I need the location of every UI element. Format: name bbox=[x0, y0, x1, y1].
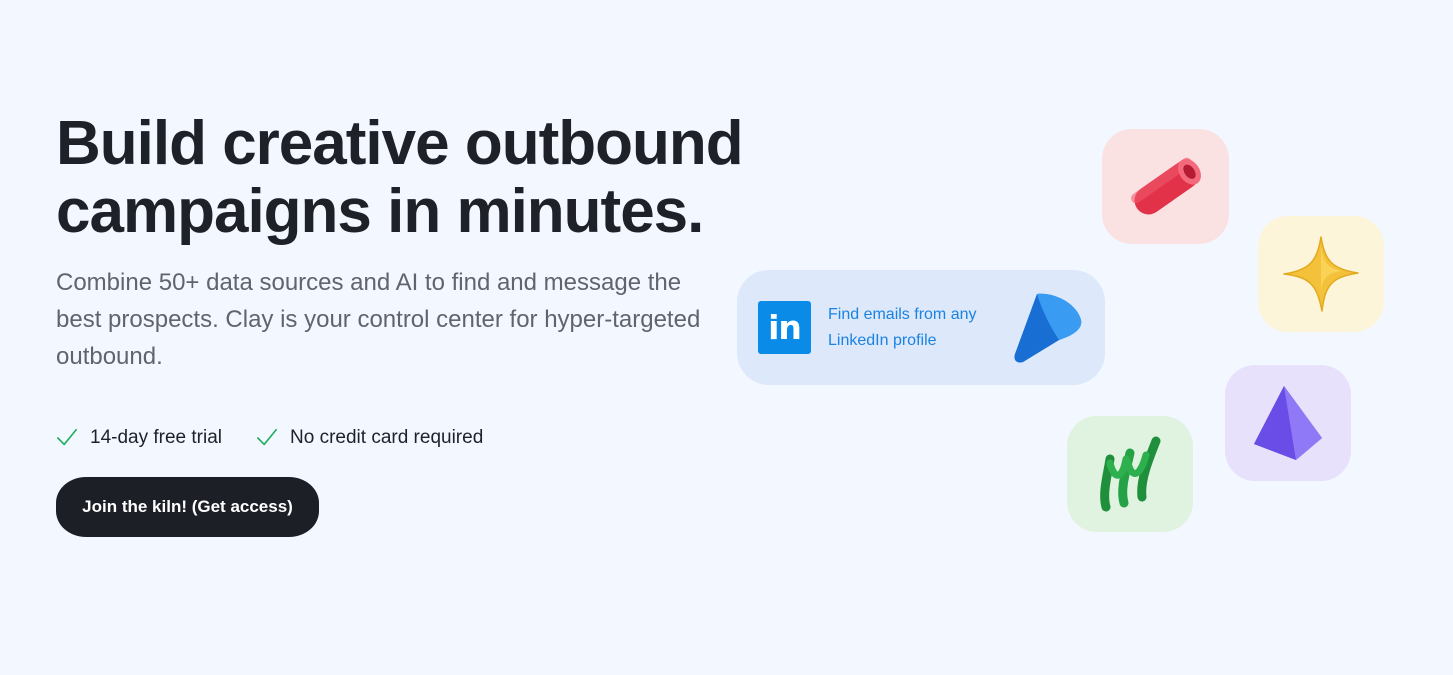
linkedin-icon: in bbox=[758, 301, 811, 354]
green-squiggle-icon bbox=[1100, 436, 1161, 512]
red-tube-tile bbox=[1102, 129, 1229, 244]
green-squiggle-tile bbox=[1067, 416, 1193, 532]
perk-label: 14-day free trial bbox=[90, 427, 223, 448]
perk-label: No credit card required bbox=[290, 427, 484, 448]
check-icon bbox=[57, 428, 77, 446]
headline-line-2: campaigns in minutes. bbox=[56, 177, 704, 246]
blue-cone-icon bbox=[1014, 293, 1082, 363]
perk-no-credit-card: No credit card required bbox=[256, 427, 483, 449]
get-access-button[interactable]: Join the kiln! (Get access) bbox=[56, 477, 319, 537]
yellow-star-tile bbox=[1258, 216, 1384, 332]
purple-pyramid-icon bbox=[1254, 386, 1322, 460]
check-icon bbox=[257, 428, 278, 446]
page-title: Build creative outbound campaigns in min… bbox=[56, 109, 744, 246]
hero-content: Build creative outbound campaigns in min… bbox=[56, 109, 744, 537]
purple-pyramid-tile bbox=[1225, 365, 1351, 481]
perks-list: 14-day free trial No credit card require… bbox=[56, 427, 736, 449]
yellow-star-icon bbox=[1283, 236, 1359, 312]
perk-free-trial: 14-day free trial bbox=[56, 427, 222, 449]
linkedin-card-text: Find emails from any LinkedIn profile bbox=[828, 305, 977, 349]
hero-section: Build creative outbound campaigns in min… bbox=[0, 0, 1453, 675]
subheadline: Combine 50+ data sources and AI to find … bbox=[56, 269, 701, 370]
headline-line-1: Build creative outbound bbox=[56, 109, 744, 178]
red-tube-icon bbox=[1130, 157, 1201, 214]
linkedin-feature-card: in Find emails from any LinkedIn profile bbox=[737, 270, 1105, 385]
